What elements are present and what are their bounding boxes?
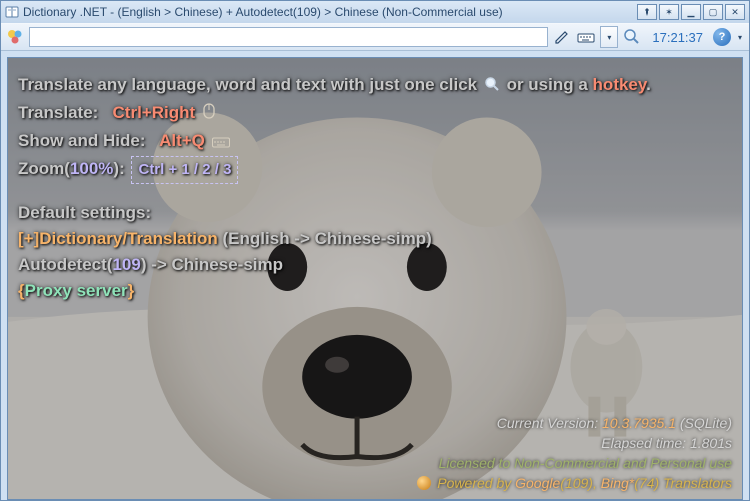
autodetect-count: 109: [112, 255, 140, 274]
text: Zoom(: [18, 159, 70, 178]
content-area: Translate any language, word and text wi…: [7, 57, 743, 500]
text: Translate any language, word and text wi…: [18, 75, 477, 94]
text: Current Version:: [497, 415, 602, 431]
text: .: [646, 75, 651, 94]
text: (SQLite): [676, 415, 732, 431]
color-picker-icon[interactable]: [5, 27, 25, 47]
clock: 17:21:37: [646, 30, 709, 45]
mouse-icon: [202, 102, 216, 128]
text: Autodetect(: [18, 255, 112, 274]
text: (English -> Chinese-simp): [218, 229, 432, 248]
pencil-icon[interactable]: [552, 27, 572, 47]
text: Powered by: [433, 475, 515, 491]
app-window: Dictionary .NET - (English > Chinese) + …: [0, 0, 750, 501]
footer: Current Version: 10.3.7935.1 (SQLite) El…: [417, 413, 732, 493]
proxy-link[interactable]: Proxy server: [25, 281, 128, 300]
close-button[interactable]: ✕: [725, 4, 745, 20]
input-dropdown[interactable]: ▾: [600, 26, 618, 48]
minimize-button[interactable]: ▁: [681, 4, 701, 20]
hotkey-translate: Ctrl+Right: [113, 103, 196, 122]
magnify-icon: [484, 74, 500, 100]
help-button[interactable]: ?: [713, 28, 731, 46]
toolbar: ▾ 17:21:37 ? ▾: [1, 23, 749, 51]
powered-line: Powered by Google(109), Bing*(74) Transl…: [417, 473, 732, 493]
zoom-percent: 100%: [70, 159, 113, 178]
compact-button[interactable]: ✶: [659, 4, 679, 20]
dict-line: [+]Dictionary/Translation (English -> Ch…: [18, 226, 732, 252]
hotkey-link[interactable]: hotkey: [593, 75, 647, 94]
dict-link[interactable]: Dictionary/Translation: [39, 229, 218, 248]
brace: }: [128, 281, 135, 300]
autodetect-line: Autodetect(109) -> Chinese-simp: [18, 252, 732, 278]
text: Translate:: [18, 103, 98, 122]
elapsed-line: Elapsed time: 1.801s: [417, 433, 732, 453]
showhide-line: Show and Hide: Alt+Q: [18, 128, 732, 156]
window-controls: ✶ ▁ ▢ ✕: [637, 4, 745, 20]
version-line: Current Version: 10.3.7935.1 (SQLite): [417, 413, 732, 433]
search-icon[interactable]: [622, 27, 642, 47]
text: (74) Translators: [634, 475, 732, 491]
globe-icon: [417, 476, 431, 490]
license-line: Licensed to Non-Commercial and Personal …: [417, 453, 732, 473]
brace: {: [18, 281, 25, 300]
google-link[interactable]: Google: [515, 475, 560, 491]
help-dropdown[interactable]: ▾: [735, 28, 745, 46]
hotkey-showhide: Alt+Q: [159, 131, 205, 150]
info-text: Translate any language, word and text wi…: [8, 58, 742, 499]
zoom-line: Zoom(100%): Ctrl + 1 / 2 / 3: [18, 156, 732, 184]
text: or using a: [507, 75, 593, 94]
text: Show and Hide:: [18, 131, 146, 150]
keyboard-small-icon: [212, 130, 230, 156]
proxy-line: {Proxy server}: [18, 278, 732, 304]
defaults-heading: Default settings:: [18, 200, 732, 226]
expand-toggle[interactable]: [+]: [18, 229, 39, 248]
translate-line: Translate: Ctrl+Right: [18, 100, 732, 128]
text: ) -> Chinese-simp: [141, 255, 283, 274]
search-input[interactable]: [29, 27, 548, 47]
zoom-hotkeys: Ctrl + 1 / 2 / 3: [131, 156, 238, 184]
intro-line: Translate any language, word and text wi…: [18, 72, 732, 100]
text: (109),: [560, 475, 600, 491]
version-number: 10.3.7935.1: [602, 415, 676, 431]
titlebar: Dictionary .NET - (English > Chinese) + …: [1, 1, 749, 23]
bing-link[interactable]: Bing*: [601, 475, 634, 491]
maximize-button[interactable]: ▢: [703, 4, 723, 20]
pin-button[interactable]: [637, 4, 657, 20]
app-icon: [5, 5, 19, 19]
window-title: Dictionary .NET - (English > Chinese) + …: [23, 5, 637, 19]
keyboard-icon[interactable]: [576, 27, 596, 47]
text: ):: [113, 159, 124, 178]
